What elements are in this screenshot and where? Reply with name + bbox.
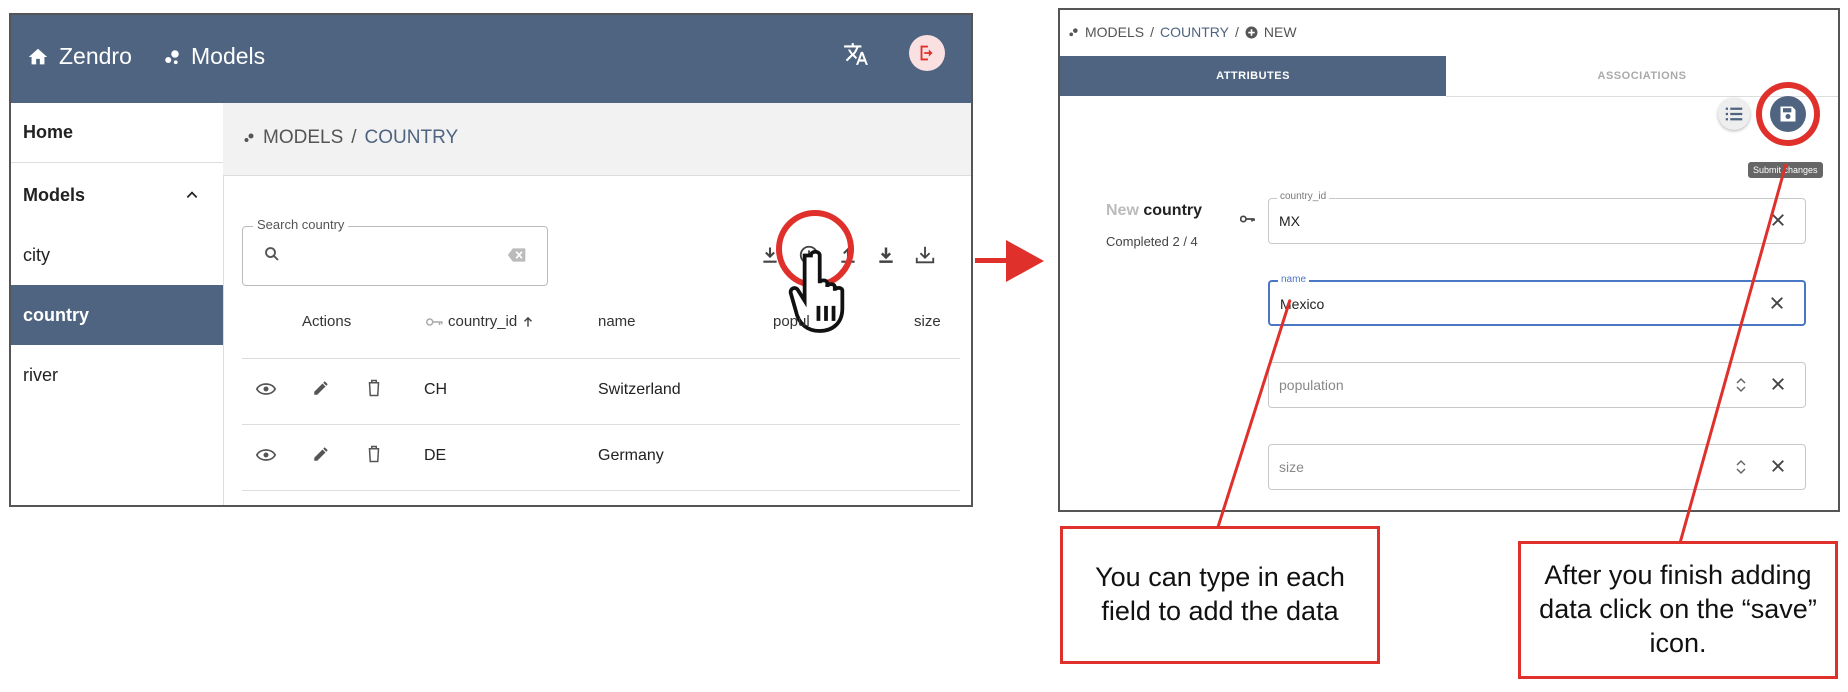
save-hint-callout: After you finish adding data click on th… [1518, 541, 1838, 679]
type-hint-callout: You can type in each field to add the da… [1060, 526, 1380, 664]
